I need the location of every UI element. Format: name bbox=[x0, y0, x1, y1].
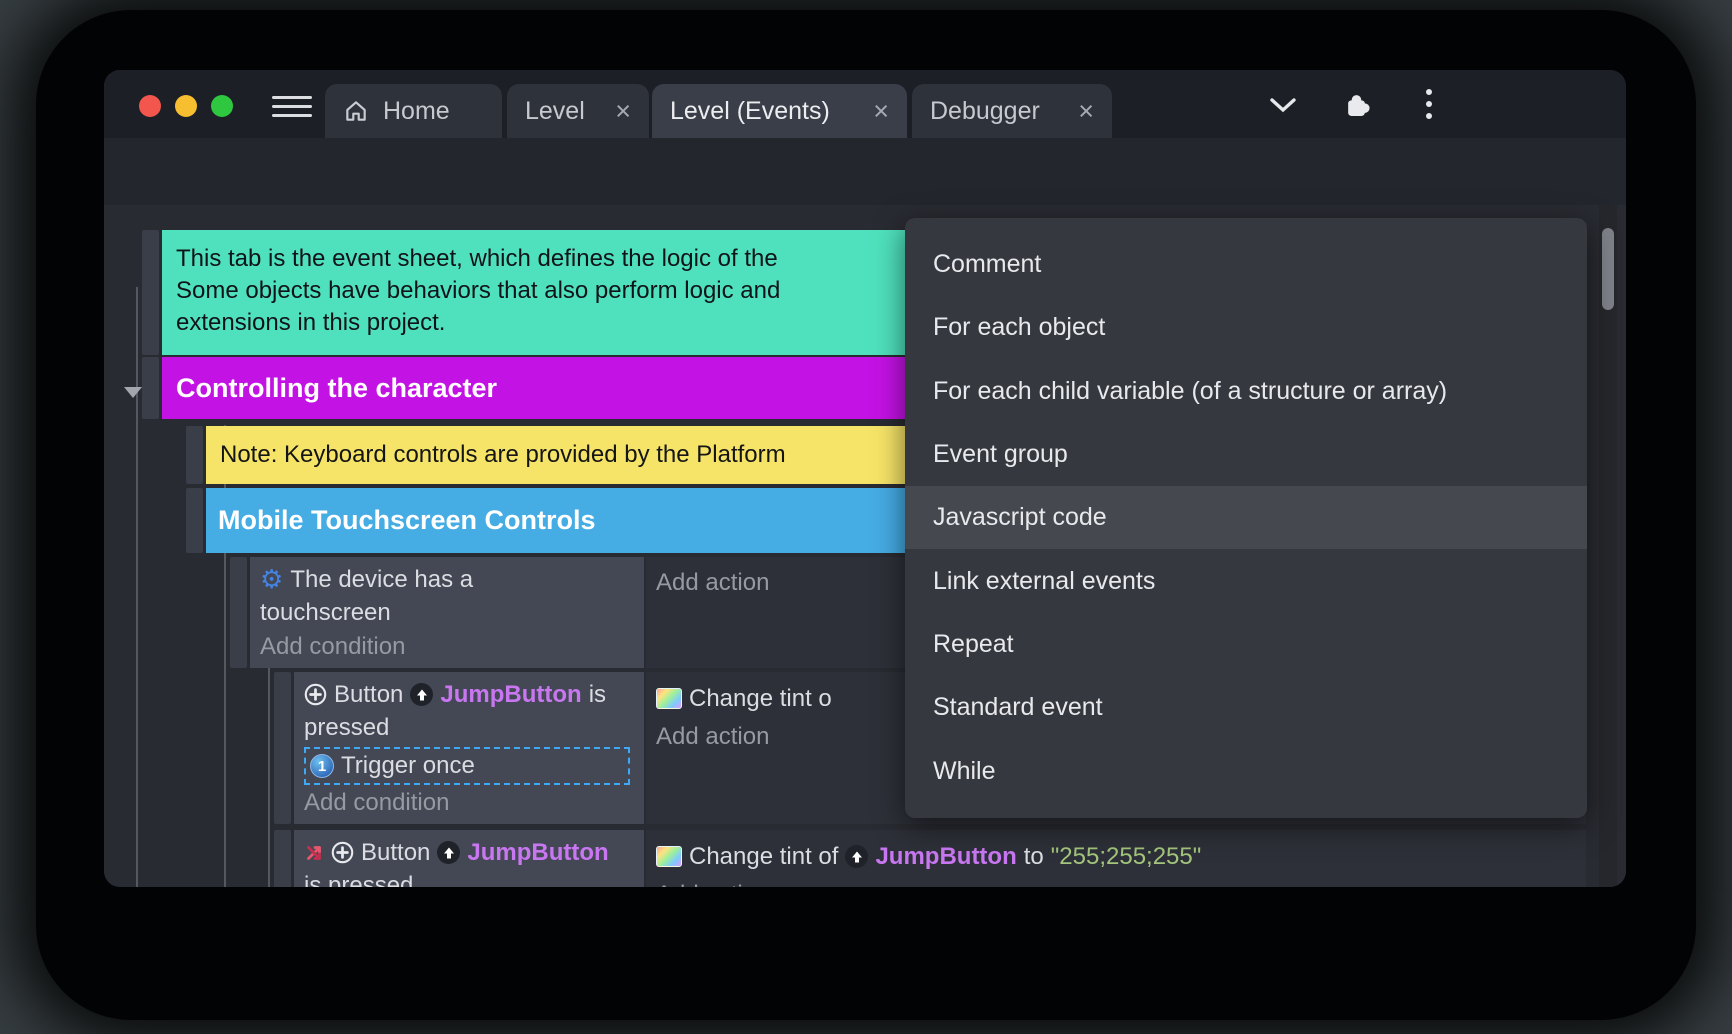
event-margin-bar bbox=[274, 672, 291, 824]
condition-cell-jumpbutton-2[interactable]: Button JumpButton is pressed bbox=[294, 830, 644, 887]
close-icon[interactable]: × bbox=[615, 98, 631, 125]
tab-home[interactable]: Home bbox=[325, 84, 502, 138]
condition-cell-device[interactable]: ⚙ The device has a touchscreen Add condi… bbox=[250, 557, 644, 668]
condition-text: Button bbox=[361, 836, 430, 869]
event-margin-bar bbox=[186, 426, 203, 484]
scrollbar-track[interactable] bbox=[1599, 205, 1617, 887]
tint-color-icon bbox=[656, 846, 682, 867]
minimize-window-button[interactable] bbox=[175, 95, 197, 117]
add-event-context-menu: Comment For each object For each child v… bbox=[905, 218, 1587, 818]
tab-level-events[interactable]: Level (Events) × bbox=[652, 84, 907, 138]
condition-text: is pressed bbox=[304, 869, 634, 887]
event-margin-bar bbox=[142, 230, 159, 355]
condition-cell-jumpbutton-1[interactable]: Button JumpButton is pressed 1 Trigger o… bbox=[294, 672, 644, 824]
maximize-window-button[interactable] bbox=[211, 95, 233, 117]
kebab-menu-icon[interactable] bbox=[1426, 89, 1432, 119]
tint-color-icon bbox=[656, 688, 682, 709]
tab-debugger[interactable]: Debugger × bbox=[912, 84, 1112, 138]
menu-item-repeat[interactable]: Repeat bbox=[905, 613, 1587, 676]
event-margin-bar bbox=[230, 557, 247, 668]
menu-item-for-each-child-variable[interactable]: For each child variable (of a structure … bbox=[905, 360, 1587, 423]
add-action-link[interactable]: Add action bbox=[656, 879, 1576, 887]
scrollbar-thumb[interactable] bbox=[1602, 228, 1614, 310]
event-margin-bar bbox=[274, 830, 291, 887]
tab-level[interactable]: Level × bbox=[507, 84, 649, 138]
tab-label: Debugger bbox=[930, 97, 1064, 126]
close-icon[interactable]: × bbox=[873, 98, 889, 125]
object-name: JumpButton bbox=[440, 678, 581, 711]
action-cell-jumpbutton-2[interactable]: Change tint of JumpButton to "255;255;25… bbox=[646, 830, 1586, 887]
addons-puzzle-icon[interactable] bbox=[1344, 90, 1371, 117]
invert-condition-icon bbox=[304, 843, 324, 863]
object-name: JumpButton bbox=[467, 836, 608, 869]
tab-label: Home bbox=[383, 97, 484, 126]
tab-label: Level bbox=[525, 97, 601, 126]
home-icon bbox=[343, 98, 369, 124]
app-window: Home Level × Level (Events) × Debugger × bbox=[104, 70, 1626, 887]
menu-item-while[interactable]: While bbox=[905, 739, 1587, 802]
toolbar: Preview Publish bbox=[104, 138, 1626, 205]
add-condition-link[interactable]: Add condition bbox=[260, 631, 634, 663]
condition-text: pressed bbox=[304, 711, 634, 744]
trigger-once-condition-selected[interactable]: 1 Trigger once bbox=[304, 747, 630, 785]
add-condition-link[interactable]: Add condition bbox=[304, 787, 634, 819]
action-value: "255;255;255" bbox=[1051, 840, 1202, 873]
close-window-button[interactable] bbox=[139, 95, 161, 117]
condition-text: is bbox=[589, 678, 606, 711]
gamepad-icon bbox=[304, 683, 327, 706]
collapse-arrow-icon[interactable] bbox=[124, 387, 142, 398]
condition-text: The device has a bbox=[290, 563, 473, 596]
chevron-down-icon[interactable] bbox=[1270, 98, 1296, 113]
condition-text: Button bbox=[334, 678, 403, 711]
event-margin-bar bbox=[142, 357, 159, 419]
jumpbutton-object-icon bbox=[437, 841, 460, 864]
event-margin-bar bbox=[186, 488, 203, 553]
object-name: JumpButton bbox=[875, 840, 1016, 873]
tree-line bbox=[136, 287, 138, 887]
gamepad-icon bbox=[331, 841, 354, 864]
menu-item-javascript-code[interactable]: Javascript code bbox=[905, 486, 1587, 549]
system-gear-icon: ⚙ bbox=[260, 567, 283, 593]
menu-item-standard-event[interactable]: Standard event bbox=[905, 676, 1587, 739]
tab-label: Level (Events) bbox=[670, 97, 859, 126]
menu-item-event-group[interactable]: Event group bbox=[905, 423, 1587, 486]
trigger-once-icon: 1 bbox=[310, 754, 334, 778]
menu-item-for-each-object[interactable]: For each object bbox=[905, 296, 1587, 359]
condition-text: Trigger once bbox=[341, 752, 475, 780]
menu-item-link-external-events[interactable]: Link external events bbox=[905, 549, 1587, 612]
main-menu-button[interactable] bbox=[272, 96, 312, 118]
close-icon[interactable]: × bbox=[1078, 98, 1094, 125]
jumpbutton-object-icon bbox=[410, 683, 433, 706]
action-text: Change tint o bbox=[689, 682, 832, 715]
condition-text: touchscreen bbox=[260, 596, 634, 629]
titlebar: Home Level × Level (Events) × Debugger × bbox=[104, 70, 1626, 138]
jumpbutton-object-icon bbox=[845, 845, 868, 868]
menu-item-comment[interactable]: Comment bbox=[905, 233, 1587, 296]
action-text: to bbox=[1024, 840, 1044, 873]
action-text: Change tint of bbox=[689, 840, 838, 873]
